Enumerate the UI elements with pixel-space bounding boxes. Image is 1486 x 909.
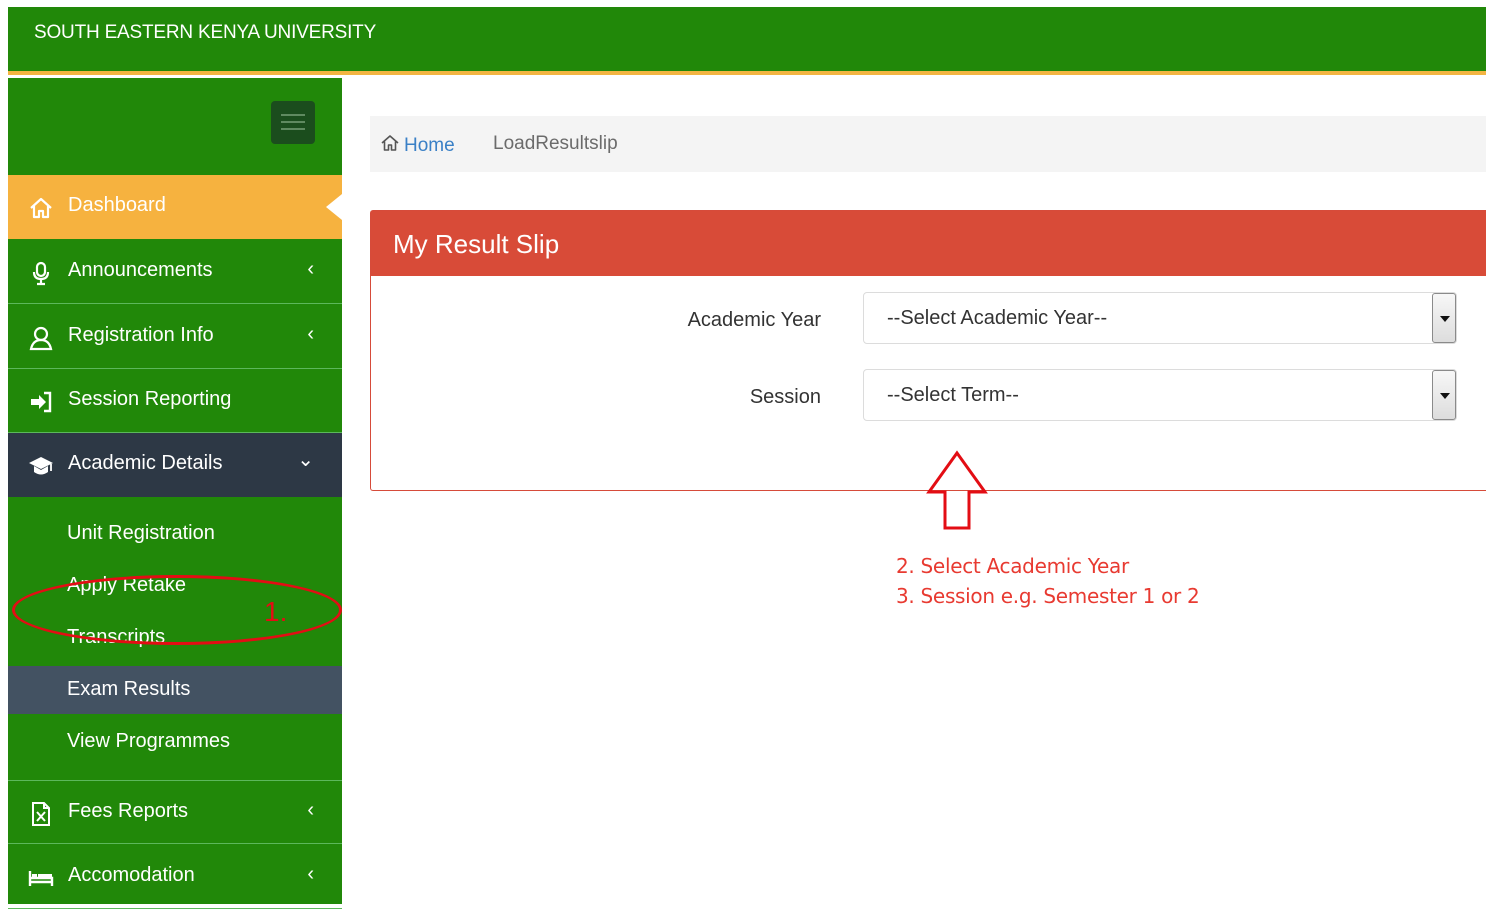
dropdown-caret-icon[interactable] <box>1432 293 1456 343</box>
chevron-left-icon: ‹ <box>307 323 314 345</box>
excel-file-icon <box>32 802 50 826</box>
sidebar-item-label: Registration Info <box>68 324 214 346</box>
breadcrumb: Home LoadResultslip <box>370 116 1486 172</box>
breadcrumb-current: LoadResultslip <box>493 133 618 154</box>
sidebar-subitem-unit-registration[interactable]: Unit Registration <box>8 510 342 558</box>
bed-icon <box>28 871 54 886</box>
microphone-icon <box>32 261 50 286</box>
home-icon <box>381 135 399 151</box>
chevron-left-icon: ‹ <box>307 258 314 280</box>
brand-title: SOUTH EASTERN KENYA UNIVERSITY <box>34 22 377 43</box>
panel-header: My Result Slip <box>371 211 1486 276</box>
academic-year-select[interactable]: --Select Academic Year-- <box>863 292 1457 344</box>
sidebar-subitem-view-programmes[interactable]: View Programmes <box>8 718 342 766</box>
sidebar-item-label: Academic Details <box>68 452 223 474</box>
breadcrumb-home-link[interactable]: Home <box>380 133 455 157</box>
sidebar-item-announcements[interactable]: Announcements ‹ <box>8 240 342 304</box>
sidebar-item-session-reporting[interactable]: Session Reporting <box>8 369 342 433</box>
chevron-left-icon: ‹ <box>307 799 314 821</box>
sidebar: Dashboard Announcements ‹ Registration I… <box>8 78 342 909</box>
graduation-cap-icon <box>29 457 53 475</box>
sidebar-item-fees-reports[interactable]: Fees Reports ‹ <box>8 780 342 844</box>
annotation-arrow-up-icon <box>926 450 988 530</box>
sidebar-item-label: Fees Reports <box>68 800 189 822</box>
sidebar-item-registration-info[interactable]: Registration Info ‹ <box>8 305 342 369</box>
chevron-left-icon: ‹ <box>307 863 314 885</box>
sidebar-item-label: Accomodation <box>68 864 195 886</box>
top-header: SOUTH EASTERN KENYA UNIVERSITY <box>8 7 1486 75</box>
sidebar-subitem-label: Exam Results <box>67 678 191 700</box>
sidebar-item-label: Dashboard <box>68 194 166 216</box>
breadcrumb-home-label: Home <box>404 135 455 156</box>
session-value: --Select Term-- <box>887 384 1019 406</box>
user-icon <box>29 326 53 351</box>
sidebar-item-label: Session Reporting <box>68 388 232 410</box>
sidebar-item-academic-details[interactable]: Academic Details ⌄ <box>8 433 342 497</box>
academic-year-value: --Select Academic Year-- <box>887 307 1108 329</box>
session-label: Session <box>749 386 821 408</box>
chevron-down-icon: ⌄ <box>297 449 314 471</box>
sidebar-item-accomodation[interactable]: Accomodation ‹ <box>8 845 342 909</box>
academic-year-label: Academic Year <box>687 309 821 331</box>
annotation-step-1: 1. <box>264 596 288 627</box>
sign-in-icon <box>31 391 52 413</box>
sidebar-item-label: Announcements <box>68 259 213 281</box>
sidebar-item-dashboard[interactable]: Dashboard <box>8 175 342 239</box>
home-icon <box>30 197 52 219</box>
result-slip-panel: My Result Slip Academic Year --Select Ac… <box>370 210 1486 491</box>
panel-title: My Result Slip <box>393 229 560 259</box>
annotation-step-3: 3. Session e.g. Semester 1 or 2 <box>896 584 1200 608</box>
dropdown-caret-icon[interactable] <box>1432 370 1456 420</box>
session-select[interactable]: --Select Term-- <box>863 369 1457 421</box>
annotation-step-2: 2. Select Academic Year <box>896 554 1129 578</box>
annotation-ellipse <box>12 575 342 645</box>
sidebar-subitem-label: View Programmes <box>67 730 231 752</box>
sidebar-subitem-exam-results[interactable]: Exam Results <box>8 666 342 714</box>
sidebar-subitem-label: Unit Registration <box>67 522 215 544</box>
sidebar-toggle-button[interactable] <box>271 101 315 144</box>
